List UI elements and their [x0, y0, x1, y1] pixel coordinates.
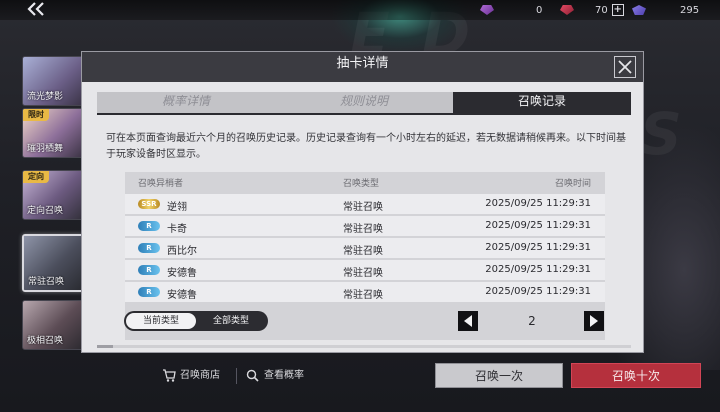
summon-ten-button[interactable]: 召唤十次	[571, 363, 701, 388]
summon-time: 2025/09/25 11:29:31	[485, 220, 591, 231]
currency-blue-count: 295	[680, 2, 699, 18]
table-row: R 安德鲁 常驻召唤 2025/09/25 11:29:31	[125, 260, 605, 280]
currency-purple-value: 0	[536, 4, 543, 16]
currency-purple-count: 0	[536, 2, 542, 18]
sidebar-item-label: 璀羽栖舞	[27, 144, 64, 154]
character-name: 安德鲁	[167, 290, 197, 301]
top-bar: 0 70 + 295	[0, 0, 720, 20]
summon-once-button[interactable]: 召唤一次	[435, 363, 563, 388]
dialog-title: 抽卡详情	[336, 56, 389, 71]
limited-tag: 限时	[23, 109, 49, 121]
column-header-character: 召唤异梢者	[138, 179, 184, 189]
close-icon	[618, 60, 632, 74]
rank-r-badge: R	[138, 287, 160, 297]
summon-shop-button[interactable]: 召唤商店	[162, 365, 228, 387]
table-header: 召唤异梢者 召唤类型 召唤时间	[125, 176, 605, 192]
table-row: R 西比尔 常驻召唤 2025/09/25 11:29:31	[125, 238, 605, 258]
table-row: R 安德鲁 常驻召唤 2025/09/25 11:29:31	[125, 282, 605, 302]
view-rates-label: 查看概率	[264, 370, 304, 381]
back-button[interactable]	[26, 2, 52, 18]
double-chevron-left-icon	[27, 2, 44, 16]
currency-blue	[632, 2, 646, 18]
rank-ssr-badge: SSR	[138, 199, 160, 209]
currency-red-count: 70 +	[595, 2, 624, 18]
filter-all-types[interactable]: 全部类型	[196, 313, 266, 329]
currency-purple	[480, 2, 494, 18]
column-header-time: 召唤时间	[554, 179, 591, 189]
sidebar-item-banner-3[interactable]: 定向 定向召唤	[22, 170, 84, 220]
summon-time: 2025/09/25 11:29:31	[485, 264, 591, 275]
red-crystal-icon	[560, 5, 574, 15]
summon-type: 常驻召唤	[343, 290, 383, 301]
sidebar-item-banner-4[interactable]: 常驻召唤	[22, 234, 84, 292]
dialog-header: 抽卡详情	[82, 52, 643, 82]
blue-crystal-icon	[632, 5, 646, 15]
summon-shop-label: 召唤商店	[180, 370, 220, 381]
summon-type: 常驻召唤	[343, 268, 383, 279]
targeted-tag: 定向	[23, 171, 49, 183]
summon-type: 常驻召唤	[343, 246, 383, 257]
sidebar-item-banner-1[interactable]: 流光梦影	[22, 56, 84, 106]
rank-r-badge: R	[138, 265, 160, 275]
tab-summon-history[interactable]: 召唤记录	[453, 92, 631, 113]
page-number: 2	[528, 314, 536, 328]
search-icon	[246, 369, 259, 382]
column-header-type: 召唤类型	[343, 179, 380, 189]
summon-time: 2025/09/25 11:29:31	[485, 242, 591, 253]
type-filter-toggle: 当前类型 全部类型	[124, 311, 268, 331]
tab-rate-details[interactable]: 概率详情	[97, 92, 275, 113]
sidebar-item-label: 极相召唤	[27, 336, 64, 346]
character-name: 逆翎	[167, 202, 187, 213]
add-currency-button[interactable]: +	[611, 4, 624, 16]
next-page-button[interactable]	[584, 311, 604, 331]
filter-current-type[interactable]: 当前类型	[126, 313, 196, 329]
dialog-scrollbar[interactable]	[97, 345, 631, 348]
summon-type: 常驻召唤	[343, 202, 383, 213]
close-button[interactable]	[614, 56, 636, 78]
rank-r-badge: R	[138, 221, 160, 231]
table-row: SSR 逆翎 常驻召唤 2025/09/25 11:29:31	[125, 194, 605, 214]
rank-r-badge: R	[138, 243, 160, 253]
bottom-divider	[236, 368, 237, 384]
cart-icon	[163, 369, 176, 382]
triangle-left-icon	[464, 315, 472, 327]
currency-red	[560, 2, 574, 18]
sidebar-item-banner-5[interactable]: 极相召唤	[22, 300, 84, 350]
character-name: 西比尔	[167, 246, 197, 257]
triangle-right-icon	[590, 315, 598, 327]
table-row: R 卡奇 常驻召唤 2025/09/25 11:29:31	[125, 216, 605, 236]
scrollbar-thumb[interactable]	[97, 345, 113, 348]
view-rates-button[interactable]: 查看概率	[246, 365, 316, 387]
sidebar-item-label: 流光梦影	[27, 92, 64, 102]
character-name: 安德鲁	[167, 268, 197, 279]
currency-red-value: 70	[595, 4, 608, 16]
summon-time: 2025/09/25 11:29:31	[485, 286, 591, 297]
prev-page-button[interactable]	[458, 311, 478, 331]
sidebar-item-label: 常驻召唤	[28, 277, 65, 287]
sidebar-item-banner-2[interactable]: 限时 璀羽栖舞	[22, 108, 84, 158]
tab-rules[interactable]: 规则说明	[275, 92, 453, 113]
sidebar-item-label: 定向召唤	[27, 206, 64, 216]
summon-time: 2025/09/25 11:29:31	[485, 198, 591, 209]
purple-crystal-icon	[480, 5, 494, 15]
summon-type: 常驻召唤	[343, 224, 383, 235]
history-description: 可在本页面查询最近六个月的召唤历史记录。历史记录查询有一个小时左右的延迟，若无数…	[106, 133, 626, 160]
gacha-detail-dialog: 抽卡详情 概率详情 规则说明 召唤记录 可在本页面查询最近六个月的召唤历史记录。…	[81, 51, 644, 353]
character-name: 卡奇	[167, 224, 187, 235]
currency-blue-value: 295	[680, 4, 700, 16]
dialog-tabs: 概率详情 规则说明 召唤记录	[97, 92, 631, 115]
